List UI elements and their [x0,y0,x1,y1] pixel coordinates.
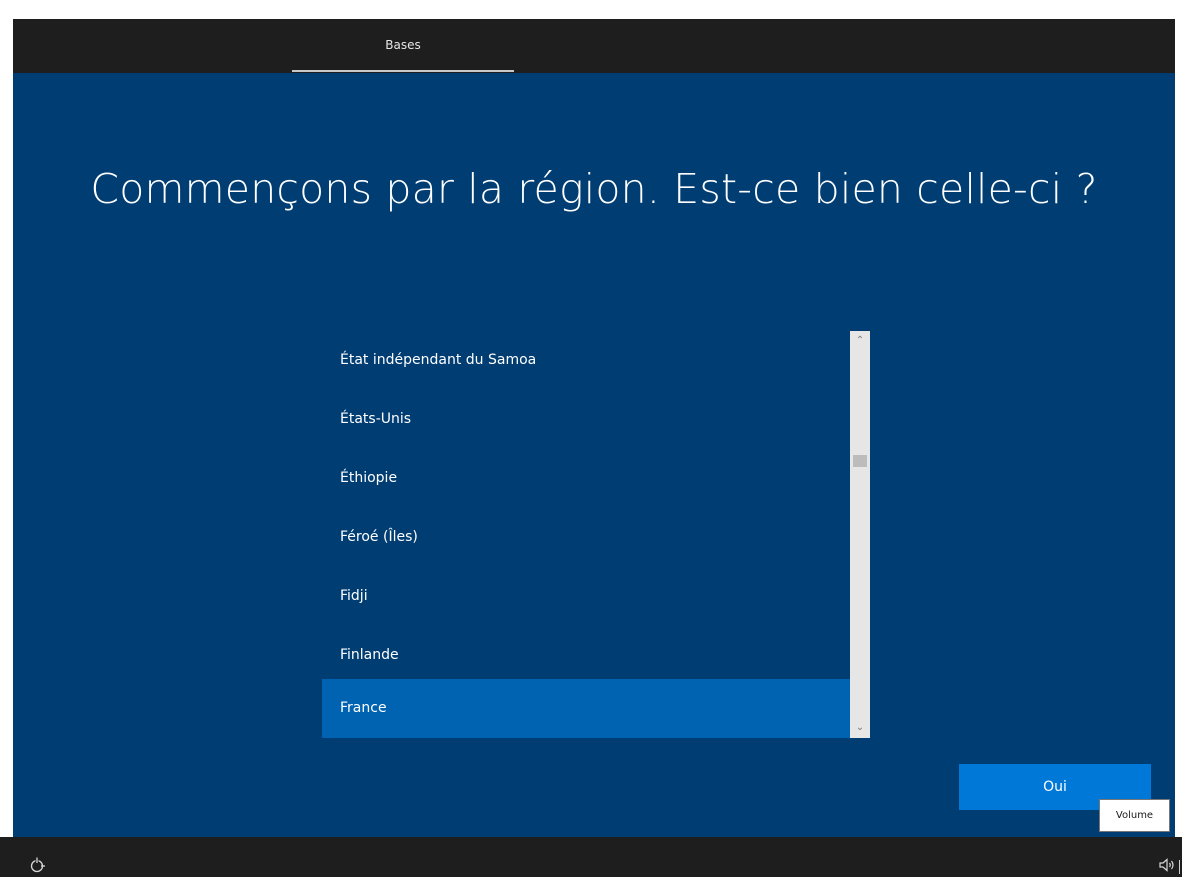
volume-icon[interactable] [1158,855,1178,875]
volume-tooltip: Volume [1099,799,1170,832]
scroll-up-arrow-icon[interactable]: ⌃ [850,333,870,349]
scroll-down-arrow-icon[interactable]: ⌄ [850,720,870,736]
list-item-region[interactable]: Éthiopie [322,449,850,508]
oobe-screen: Bases Commençons par la région. Est-ce b… [0,0,1182,877]
list-item-region[interactable]: Féroé (Îles) [322,508,850,567]
list-item-region[interactable]: États-Unis [322,390,850,449]
region-list[interactable]: État indépendant du Samoa États-Unis Éth… [322,331,870,738]
tab-bases[interactable]: Bases [292,19,514,73]
bottom-taskbar [0,837,1182,877]
list-item-region[interactable]: État indépendant du Samoa [322,331,850,390]
scrollbar-thumb[interactable] [853,455,867,467]
main-panel: Commençons par la région. Est-ce bien ce… [13,73,1175,837]
list-item-region-selected[interactable]: France [322,679,850,738]
list-item-region[interactable]: Finlande [322,626,850,685]
list-item-region[interactable]: Fidji [322,567,850,626]
list-scrollbar[interactable]: ⌃ ⌄ [850,331,870,738]
accessibility-icon[interactable] [28,855,48,875]
page-title: Commençons par la région. Est-ce bien ce… [90,165,1098,213]
top-navigation-bar: Bases [13,19,1175,73]
active-tab-indicator [292,70,514,72]
